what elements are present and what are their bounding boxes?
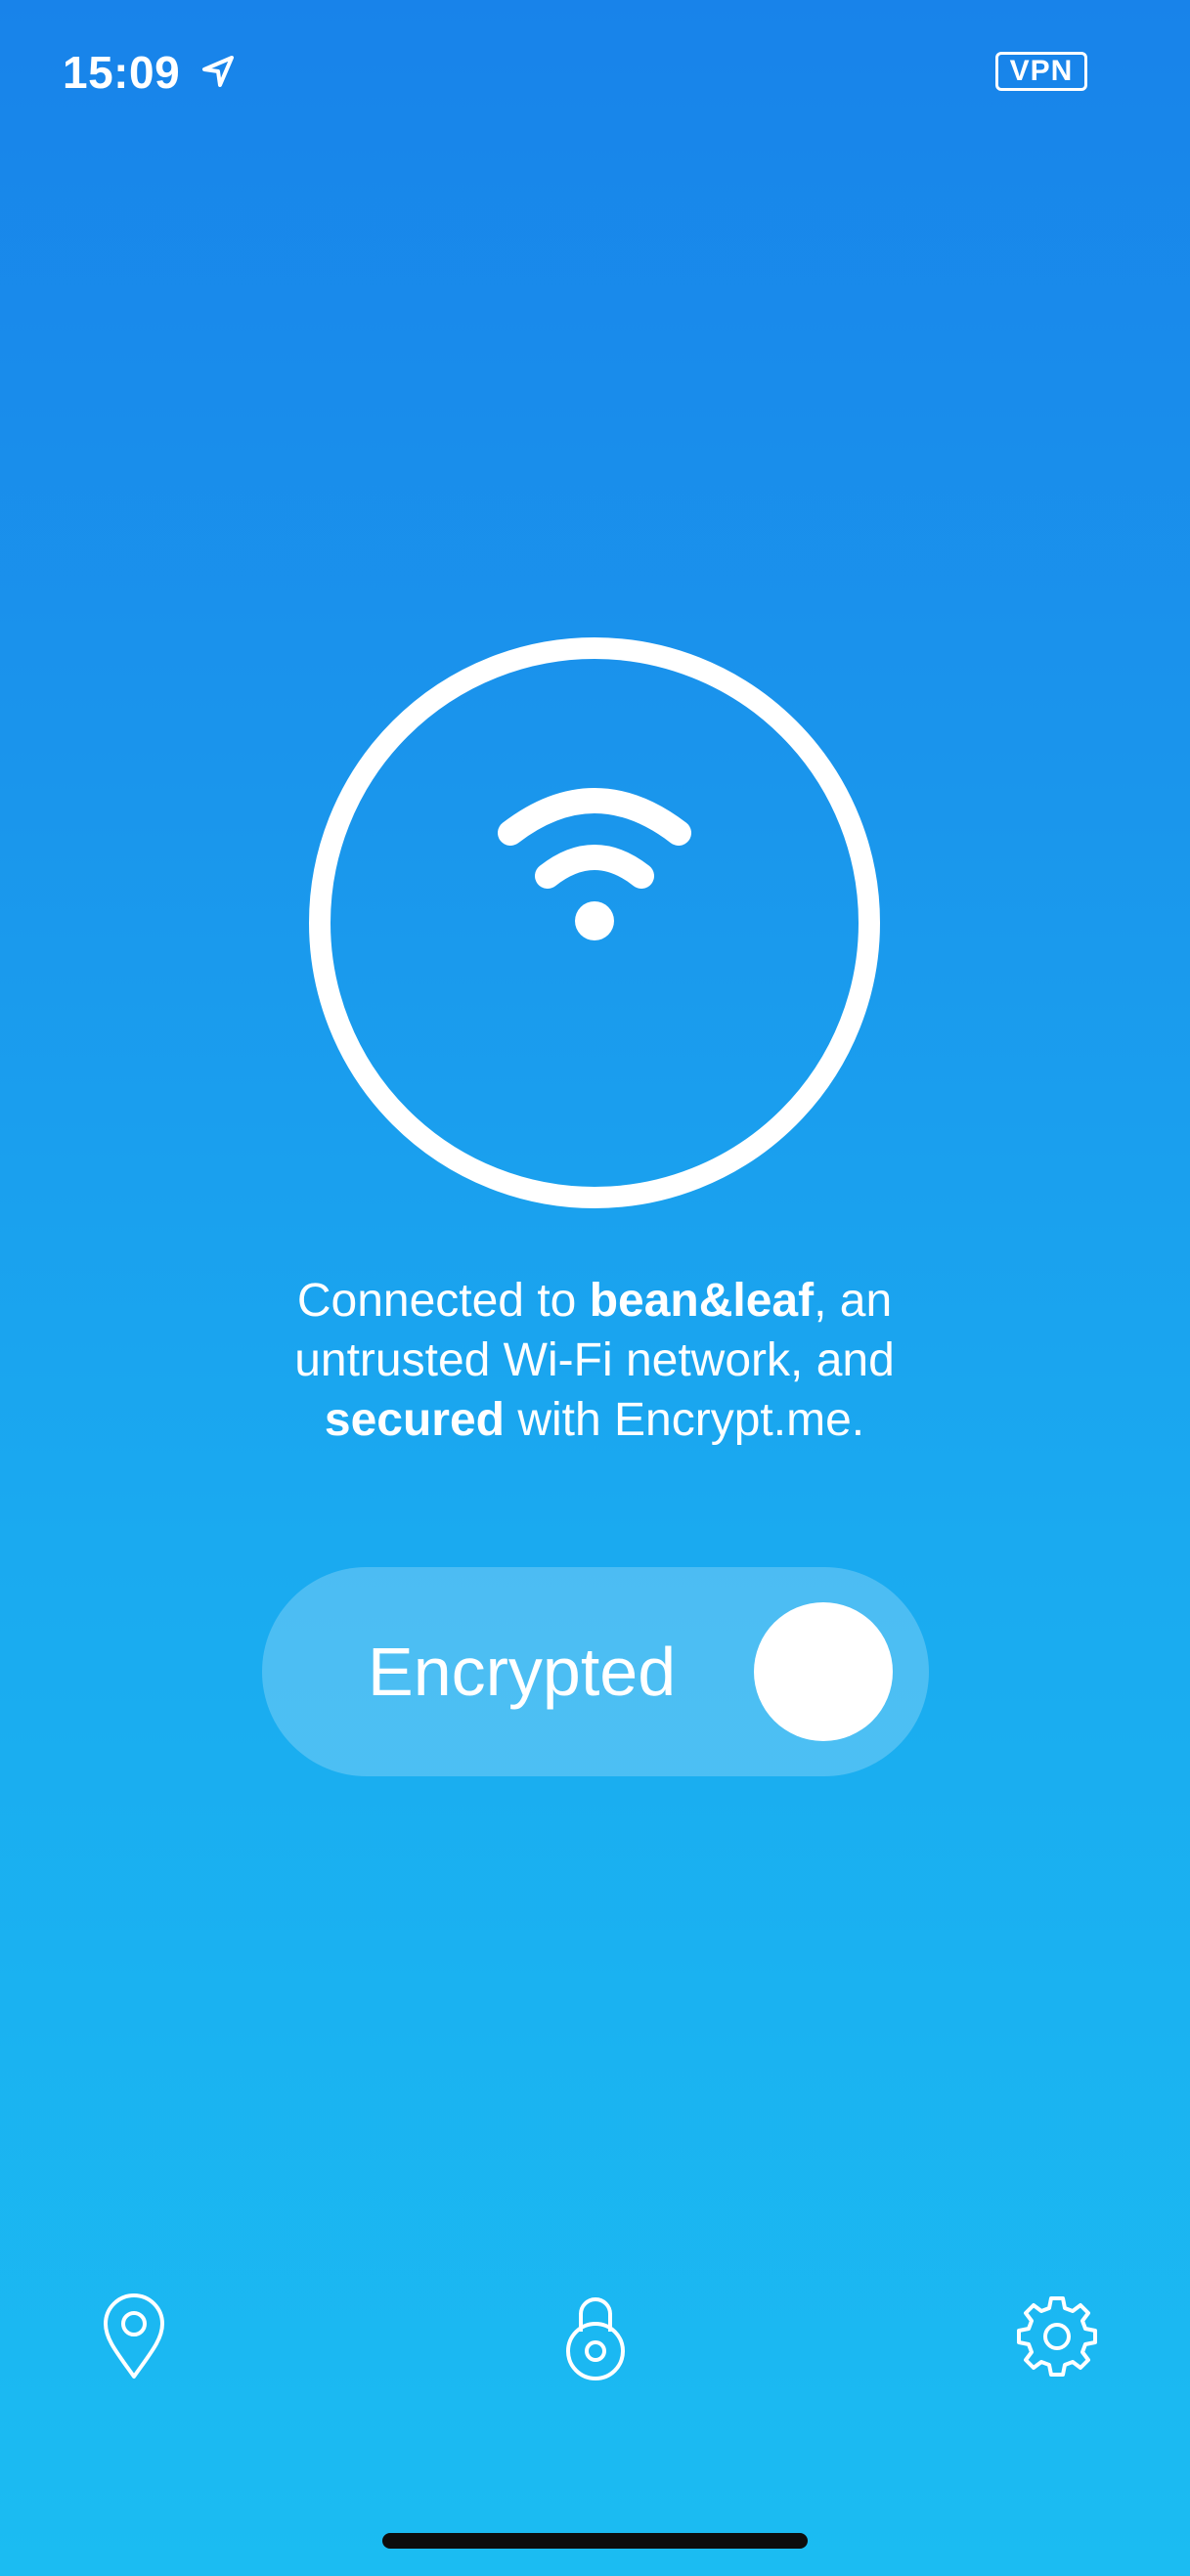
secured-word: secured	[324, 1394, 505, 1446]
message-prefix: Connected to	[296, 1275, 590, 1327]
vpn-badge: VPN	[995, 52, 1087, 91]
message-suffix: with Encrypt.me.	[505, 1394, 865, 1446]
wifi-icon	[498, 788, 691, 940]
connection-status-message: Connected to bean&leaf, an untrusted Wi-…	[203, 1271, 986, 1450]
status-time: 15:09	[63, 47, 181, 98]
lock-icon[interactable]	[551, 2292, 639, 2380]
home-indicator[interactable]	[382, 2533, 808, 2549]
status-bar: 15:09 VPN	[0, 0, 1190, 147]
gear-icon[interactable]	[1013, 2292, 1101, 2380]
encryption-toggle-label: Encrypted	[368, 1634, 677, 1710]
encryption-toggle[interactable]: Encrypted	[262, 1567, 929, 1776]
network-name: bean&leaf	[589, 1275, 815, 1327]
toggle-knob[interactable]	[754, 1602, 893, 1741]
location-arrow-icon	[202, 56, 234, 87]
location-pin-icon[interactable]	[90, 2292, 178, 2380]
